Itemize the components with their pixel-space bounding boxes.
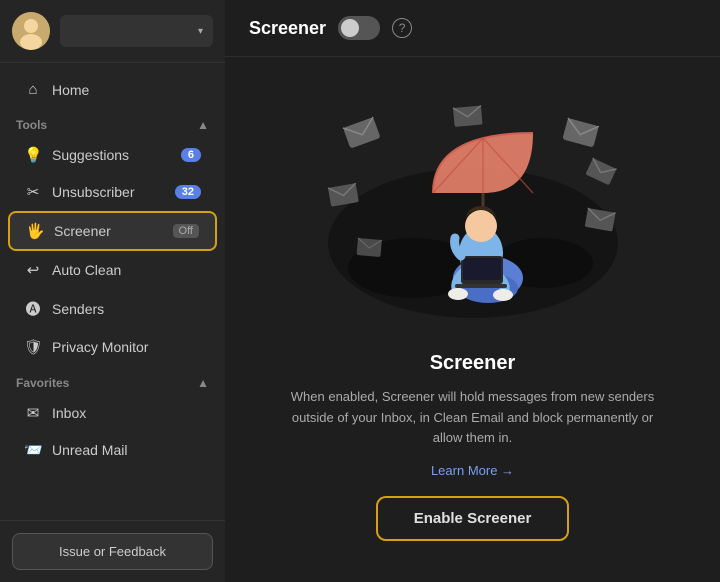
unsubscriber-badge: 32 [175, 185, 201, 199]
screener-toggle[interactable] [338, 16, 380, 40]
unsubscriber-icon: ✂ [24, 183, 42, 201]
sidebar-item-unsubscriber[interactable]: ✂ Unsubscriber 32 [8, 174, 217, 210]
tools-chevron-icon[interactable]: ▲ [197, 118, 209, 132]
sidebar-item-senders-label: Senders [52, 301, 201, 317]
inbox-icon: ✉ [24, 404, 42, 422]
suggestions-badge: 6 [181, 148, 201, 162]
tools-section-header: Tools ▲ [0, 108, 225, 136]
sidebar-item-privacy-monitor-label: Privacy Monitor [52, 339, 201, 355]
sidebar-item-unread-mail[interactable]: 📨 Unread Mail [8, 432, 217, 468]
main-content: Screener ? [225, 0, 720, 582]
chevron-down-icon: ▾ [198, 26, 203, 37]
sidebar-item-suggestions-label: Suggestions [52, 147, 171, 163]
sidebar-item-screener-label: Screener [54, 223, 163, 239]
sidebar-item-inbox[interactable]: ✉ Inbox [8, 395, 217, 431]
screener-icon: 🖐 [26, 222, 44, 240]
sidebar-item-senders[interactable]: 🅐 Senders [8, 289, 217, 328]
sidebar-footer: Issue or Feedback [0, 520, 225, 582]
sidebar-item-screener[interactable]: 🖐 Screener Off [8, 211, 217, 251]
screener-off-badge: Off [173, 224, 199, 238]
screener-illustration [313, 98, 633, 328]
toggle-container [338, 16, 380, 40]
account-selector[interactable]: ▾ [60, 15, 213, 47]
favorites-chevron-icon[interactable]: ▲ [197, 376, 209, 390]
unread-mail-icon: 📨 [24, 441, 42, 459]
sidebar: ▾ ⌂ Home Tools ▲ 💡 Suggestions 6 ✂ Unsub… [0, 0, 225, 582]
sidebar-item-inbox-label: Inbox [52, 405, 201, 421]
suggestions-icon: 💡 [24, 146, 42, 164]
main-header: Screener ? [225, 0, 720, 57]
sidebar-item-privacy-monitor[interactable]: 🛡 Privacy Monitor [8, 329, 217, 365]
sidebar-item-home-label: Home [52, 82, 201, 98]
sidebar-nav: ⌂ Home Tools ▲ 💡 Suggestions 6 ✂ Unsubsc… [0, 63, 225, 520]
sidebar-item-auto-clean[interactable]: ↩ Auto Clean [8, 252, 217, 288]
auto-clean-icon: ↩ [24, 261, 42, 279]
main-body: Screener When enabled, Screener will hol… [225, 57, 720, 582]
sidebar-item-auto-clean-label: Auto Clean [52, 262, 201, 278]
page-title: Screener [249, 18, 326, 39]
senders-icon: 🅐 [24, 298, 42, 319]
avatar[interactable] [12, 12, 50, 50]
screener-feature-title: Screener [430, 352, 516, 375]
sidebar-header: ▾ [0, 0, 225, 63]
learn-more-link[interactable]: Learn More → [431, 463, 514, 478]
sidebar-item-unread-mail-label: Unread Mail [52, 442, 201, 458]
enable-screener-button[interactable]: Enable Screener [376, 496, 570, 541]
favorites-section-label: Favorites [16, 376, 69, 390]
sidebar-item-home[interactable]: ⌂ Home [8, 72, 217, 107]
sidebar-item-unsubscriber-label: Unsubscriber [52, 184, 165, 200]
tools-section-label: Tools [16, 118, 47, 132]
screener-description: When enabled, Screener will hold message… [283, 387, 663, 449]
help-icon[interactable]: ? [392, 18, 412, 38]
privacy-monitor-icon: 🛡 [24, 338, 42, 356]
issue-feedback-button[interactable]: Issue or Feedback [12, 533, 213, 570]
home-icon: ⌂ [24, 81, 42, 98]
favorites-section-header: Favorites ▲ [0, 366, 225, 394]
sidebar-item-suggestions[interactable]: 💡 Suggestions 6 [8, 137, 217, 173]
